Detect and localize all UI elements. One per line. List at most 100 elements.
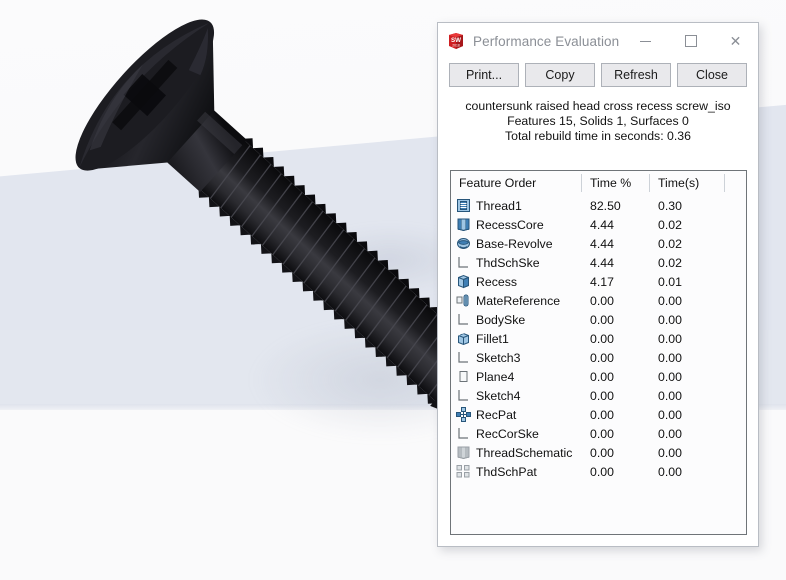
feature-name: Base-Revolve [476,237,553,251]
performance-evaluation-dialog[interactable]: SW 2018 Performance Evaluation ✕ Print..… [437,22,759,547]
window-controls: ✕ [623,23,758,59]
sketch-icon [456,350,471,365]
cell-time-seconds: 0.00 [649,386,724,405]
close-button[interactable]: Close [677,63,747,87]
summary-block: countersunk raised head cross recess scr… [438,87,758,144]
table-row[interactable]: RecCorSke0.000.00 [451,424,746,443]
rebuild-time-line: Total rebuild time in seconds: 0.36 [448,129,748,144]
cell-feature-order: BodySke [451,310,581,329]
table-row[interactable]: Thread1 82.500.30 [451,196,746,215]
feature-name: Sketch4 [476,389,520,403]
cell-time-seconds: 0.00 [649,291,724,310]
column-header-time-percent[interactable]: Time % [581,171,649,195]
table-row[interactable]: Recess4.170.01 [451,272,746,291]
suppressed-pattern-icon [456,464,471,479]
cell-time-seconds: 0.00 [649,462,724,481]
maximize-button[interactable] [668,23,713,59]
table-row[interactable]: BodySke0.000.00 [451,310,746,329]
table-body: Thread1 82.500.30 RecessCore 4.440.02 Base… [451,195,746,481]
feature-name: Recess [476,275,517,289]
feature-name: RecPat [476,408,516,422]
maximize-icon [685,35,697,47]
column-header-time-seconds[interactable]: Time(s) [649,171,724,195]
cell-feature-order: Plane4 [451,367,581,386]
cell-time-seconds: 0.00 [649,405,724,424]
feature-name: MateReference [476,294,560,308]
cell-feature-order: Fillet1 [451,329,581,348]
sketch-icon [456,426,471,441]
pattern-icon [456,407,471,422]
cell-feature-order: ThdSchSke [451,253,581,272]
column-divider[interactable] [581,174,582,192]
close-window-button[interactable]: ✕ [713,23,758,59]
column-header-feature-order[interactable]: Feature Order [451,171,581,195]
cell-time-seconds: 0.02 [649,215,724,234]
cell-time-percent: 0.00 [581,424,649,443]
feature-name: Fillet1 [476,332,509,346]
cell-feature-order: Sketch3 [451,348,581,367]
column-divider[interactable] [649,174,650,192]
cell-time-seconds: 0.02 [649,253,724,272]
cell-time-percent: 0.00 [581,348,649,367]
table-row[interactable]: Fillet10.000.00 [451,329,746,348]
screw-3d-model[interactable] [0,0,440,580]
recess-core-feature-icon [456,217,471,232]
cell-time-seconds: 0.00 [649,348,724,367]
cell-time-percent: 0.00 [581,405,649,424]
cell-feature-order: RecCorSke [451,424,581,443]
copy-button[interactable]: Copy [525,63,595,87]
cell-feature-order: MateReference [451,291,581,310]
sketch-icon [456,312,471,327]
cell-feature-order: ThdSchPat [451,462,581,481]
cell-time-seconds: 0.30 [649,196,724,215]
table-row[interactable]: MateReference0.000.00 [451,291,746,310]
cell-time-percent: 0.00 [581,386,649,405]
cell-time-seconds: 0.00 [649,367,724,386]
column-header-time-percent-label: Time % [590,176,631,190]
cell-time-seconds: 0.00 [649,310,724,329]
fillet-feature-icon [456,331,471,346]
minimize-button[interactable] [623,23,668,59]
feature-performance-table[interactable]: Feature Order Time % Time(s) Thread1 82.5… [450,170,747,535]
table-header-row: Feature Order Time % Time(s) [451,171,746,195]
dialog-titlebar[interactable]: SW 2018 Performance Evaluation ✕ [438,23,758,59]
table-row[interactable]: ThreadSchematic0.000.00 [451,443,746,462]
cell-feature-order: Sketch4 [451,386,581,405]
table-row[interactable]: Sketch4 0.000.00 [451,386,746,405]
table-row[interactable]: ThdSchPat 0.000.00 [451,462,746,481]
cell-time-percent: 82.50 [581,196,649,215]
feature-name: Plane4 [476,370,514,384]
cell-time-percent: 4.44 [581,253,649,272]
column-header-time-seconds-label: Time(s) [658,176,699,190]
feature-name: ThdSchPat [476,465,537,479]
table-row[interactable]: Sketch3 0.000.00 [451,348,746,367]
sketch-icon [456,255,471,270]
refresh-button[interactable]: Refresh [601,63,671,87]
table-row[interactable]: Base-Revolve4.440.02 [451,234,746,253]
table-row[interactable]: RecessCore 4.440.02 [451,215,746,234]
cell-time-percent: 4.44 [581,215,649,234]
feature-name: Thread1 [476,199,522,213]
cell-time-percent: 0.00 [581,310,649,329]
feature-name: Sketch3 [476,351,520,365]
print-button[interactable]: Print... [449,63,519,87]
cell-feature-order: Recess [451,272,581,291]
cell-time-seconds: 0.00 [649,443,724,462]
feature-name: ThdSchSke [476,256,540,270]
svg-text:2018: 2018 [452,44,460,48]
column-divider[interactable] [724,174,725,192]
dialog-button-row: Print... Copy Refresh Close [438,59,758,87]
suppressed-recess-core-icon [456,445,471,460]
cell-feature-order: Base-Revolve [451,234,581,253]
table-row[interactable]: RecPat 0.000.00 [451,405,746,424]
solidworks-logo-icon: SW 2018 [447,32,465,50]
model-name-line: countersunk raised head cross recess scr… [448,99,748,114]
dialog-title: Performance Evaluation [473,34,619,49]
table-row[interactable]: ThdSchSke 4.440.02 [451,253,746,272]
table-row[interactable]: Plane40.000.00 [451,367,746,386]
cell-time-percent: 0.00 [581,462,649,481]
column-header-spacer[interactable] [724,171,744,195]
cell-time-percent: 0.00 [581,329,649,348]
cell-time-seconds: 0.02 [649,234,724,253]
feature-name: RecessCore [476,218,544,232]
